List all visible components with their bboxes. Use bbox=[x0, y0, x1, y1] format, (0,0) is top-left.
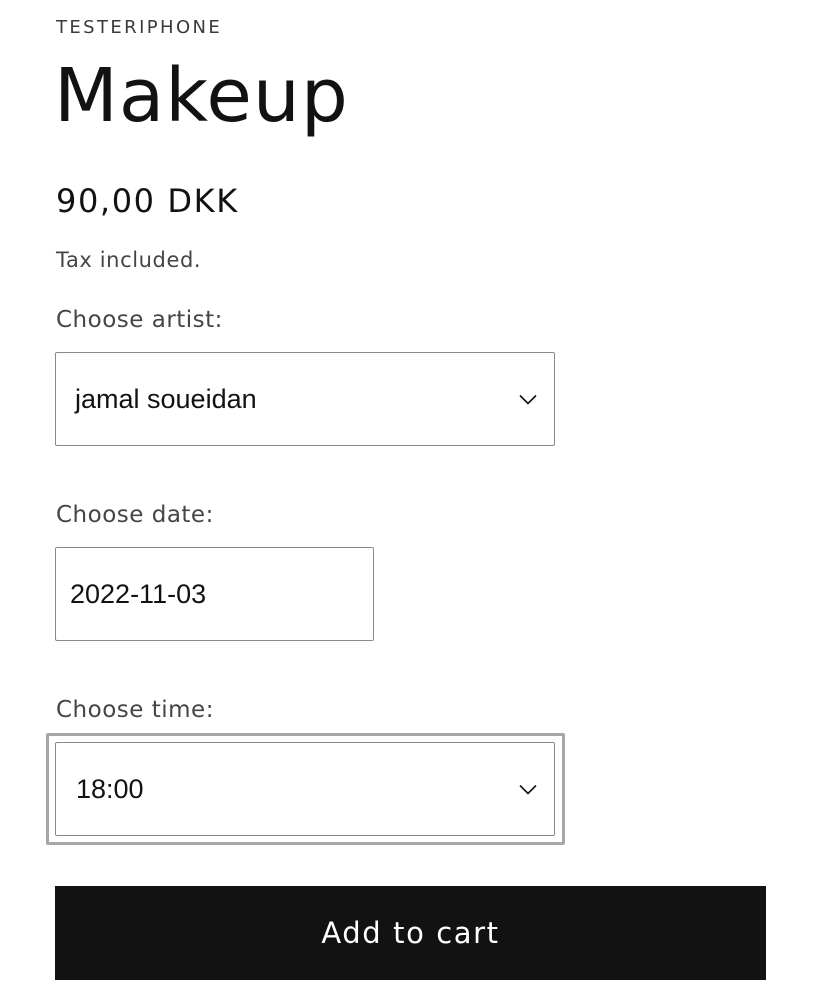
artist-label: Choose artist: bbox=[56, 307, 223, 333]
date-input[interactable]: 2022-11-03 bbox=[55, 547, 374, 641]
tax-note: Tax included. bbox=[56, 248, 202, 272]
product-price: 90,00 DKK bbox=[56, 182, 239, 220]
product-title: Makeup bbox=[54, 53, 349, 139]
time-label: Choose time: bbox=[56, 697, 214, 723]
date-input-value: 2022-11-03 bbox=[70, 578, 207, 609]
product-vendor: TESTERIPHONE bbox=[56, 17, 223, 38]
chevron-down-icon bbox=[518, 779, 538, 799]
chevron-down-icon bbox=[518, 389, 538, 409]
artist-select-value: jamal soueidan bbox=[75, 383, 257, 414]
time-select-value: 18:00 bbox=[76, 773, 144, 804]
time-select[interactable]: 18:00 bbox=[55, 742, 555, 836]
add-to-cart-button[interactable]: Add to cart bbox=[55, 886, 766, 980]
artist-select[interactable]: jamal soueidan bbox=[55, 352, 555, 446]
date-label: Choose date: bbox=[56, 502, 214, 528]
